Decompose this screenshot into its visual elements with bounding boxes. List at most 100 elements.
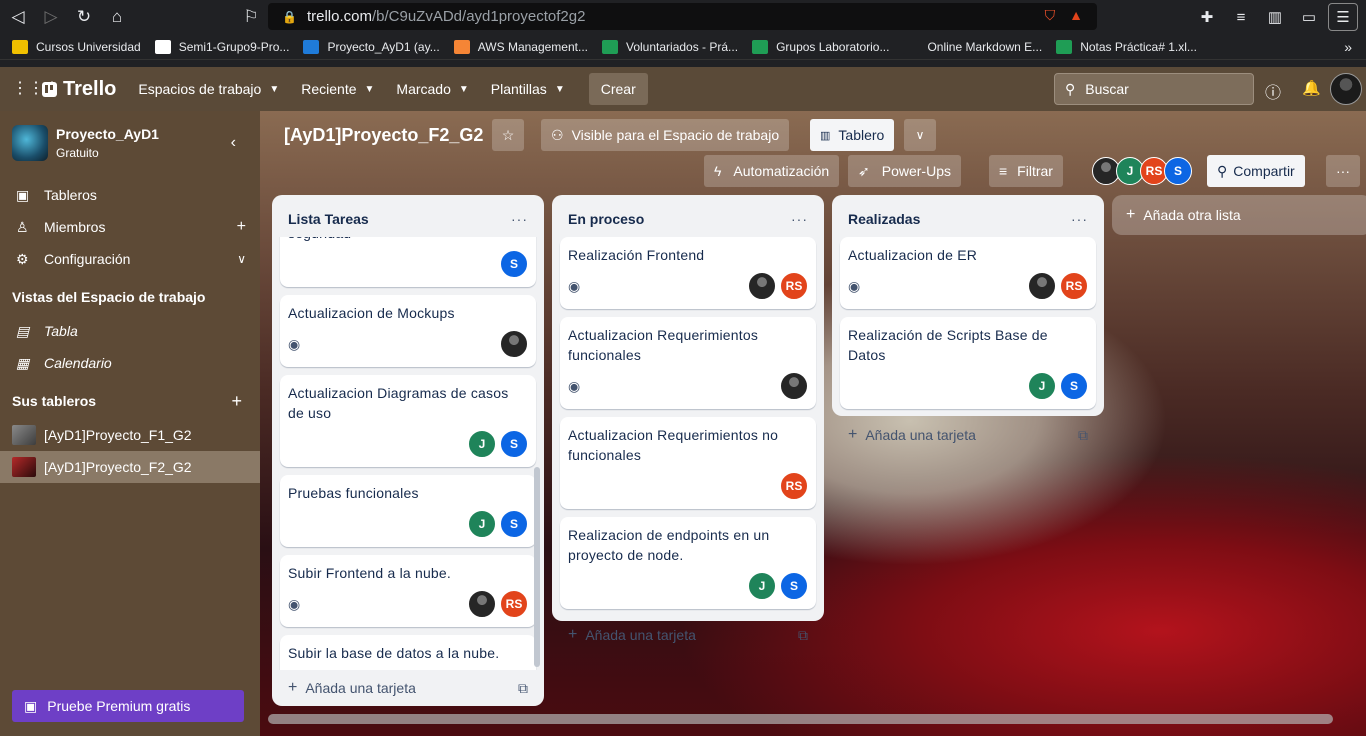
horizontal-scrollbar[interactable] bbox=[268, 714, 1333, 724]
card[interactable]: Realización Frontend ◉ RS bbox=[560, 237, 816, 309]
trello-logo[interactable]: Trello bbox=[42, 78, 116, 101]
bookmark-item[interactable]: Online Markdown E... bbox=[903, 39, 1042, 54]
card-member-avatar[interactable]: J bbox=[1028, 372, 1056, 400]
info-icon[interactable]: ⓘ bbox=[1265, 79, 1281, 103]
menu-starred[interactable]: Marcado ▼ bbox=[396, 81, 468, 97]
reload-icon[interactable]: ↻ bbox=[69, 2, 99, 32]
bookmark-item[interactable]: Semi1-Grupo9-Pro... bbox=[154, 39, 289, 54]
list-menu-icon[interactable]: ··· bbox=[1071, 211, 1088, 227]
template-icon[interactable]: ⧉ bbox=[518, 680, 528, 697]
view-board-button[interactable]: ▥ Tablero bbox=[810, 119, 895, 151]
member-avatar[interactable]: S bbox=[1164, 157, 1192, 185]
list-header[interactable]: Realizadas ··· bbox=[832, 201, 1104, 237]
playlist-icon[interactable]: ≡ bbox=[1226, 3, 1256, 31]
bookmark-item[interactable]: Notas Práctica# 1.xl... bbox=[1056, 39, 1197, 54]
card-member-avatar[interactable]: S bbox=[500, 250, 528, 278]
filter-button[interactable]: ≡ Filtrar bbox=[989, 155, 1063, 187]
card[interactable]: Actualizacion de ER ◉ RS bbox=[840, 237, 1096, 309]
card-member-avatar[interactable] bbox=[748, 272, 776, 300]
list-title[interactable]: Lista Tareas bbox=[288, 211, 369, 227]
list-header[interactable]: Lista Tareas ··· bbox=[272, 201, 544, 237]
sidebar-icon[interactable]: ▥ bbox=[1260, 3, 1290, 31]
vertical-scrollbar[interactable] bbox=[534, 467, 540, 667]
list-title[interactable]: En proceso bbox=[568, 211, 644, 227]
create-button[interactable]: Crear bbox=[588, 73, 648, 105]
sidebar-board-f2[interactable]: [AyD1]Proyecto_F2_G2 bbox=[0, 451, 260, 483]
automation-button[interactable]: ϟ Automatización bbox=[704, 155, 840, 187]
add-member-icon[interactable]: + bbox=[237, 218, 246, 236]
card-member-avatar[interactable]: RS bbox=[500, 590, 528, 618]
card[interactable]: Pruebas funcionales J S bbox=[280, 475, 536, 547]
bookmark-item[interactable]: Cursos Universidad bbox=[12, 39, 141, 54]
card-member-avatar[interactable]: S bbox=[1060, 372, 1088, 400]
collapse-sidebar-icon[interactable]: ‹ bbox=[231, 134, 236, 152]
sidebar-item-boards[interactable]: ▣ Tableros bbox=[0, 179, 260, 211]
card-member-avatar[interactable] bbox=[468, 590, 496, 618]
sidebar-item-settings[interactable]: ⚙ Configuración ∨ bbox=[0, 243, 260, 275]
card-member-avatar[interactable]: S bbox=[780, 572, 808, 600]
powerups-button[interactable]: ➶ Power-Ups bbox=[848, 155, 961, 187]
card[interactable]: Actualizacion Requerimientos no funciona… bbox=[560, 417, 816, 509]
card[interactable]: Actualizacion Diagramas de casos de uso J… bbox=[280, 375, 536, 467]
menu-templates[interactable]: Plantillas ▼ bbox=[491, 81, 565, 97]
add-card-button[interactable]: + Añada una tarjeta ⧉ bbox=[552, 617, 824, 653]
bookmarks-more-button[interactable]: » bbox=[1344, 39, 1352, 55]
menu-icon[interactable]: ☰ bbox=[1328, 3, 1358, 31]
card-member-avatar[interactable]: RS bbox=[780, 472, 808, 500]
wallet-icon[interactable]: ▭ bbox=[1294, 3, 1324, 31]
forward-icon[interactable]: ▷ bbox=[36, 2, 66, 32]
card[interactable]: Subir la base de datos a la nube.JS bbox=[280, 635, 536, 670]
list-menu-icon[interactable]: ··· bbox=[511, 211, 528, 227]
template-icon[interactable]: ⧉ bbox=[798, 627, 808, 644]
menu-workspaces[interactable]: Espacios de trabajo ▼ bbox=[138, 81, 279, 97]
list-title[interactable]: Realizadas bbox=[848, 211, 920, 227]
sidebar-item-table[interactable]: ▤ Tabla bbox=[0, 315, 260, 347]
add-list-button[interactable]: + Añada otra lista bbox=[1112, 195, 1366, 235]
card-member-avatar[interactable]: S bbox=[500, 510, 528, 538]
card-member-avatar[interactable]: S bbox=[500, 430, 528, 458]
user-avatar[interactable] bbox=[1330, 73, 1362, 105]
add-card-button[interactable]: + Añada una tarjeta ⧉ bbox=[272, 670, 544, 706]
card-member-avatar[interactable]: RS bbox=[780, 272, 808, 300]
brave-shield-icon[interactable]: ⛉ bbox=[1045, 7, 1056, 24]
search-input[interactable]: ⚲ Buscar bbox=[1054, 73, 1254, 105]
add-board-icon[interactable]: + bbox=[231, 391, 242, 412]
card-member-avatar[interactable]: J bbox=[748, 572, 776, 600]
back-icon[interactable]: ◁ bbox=[3, 2, 33, 32]
list-menu-icon[interactable]: ··· bbox=[791, 211, 808, 227]
bookmark-icon[interactable]: ⚐ bbox=[236, 2, 266, 32]
home-icon[interactable]: ⌂ bbox=[102, 2, 132, 32]
card[interactable]: Subir Frontend a la nube. ◉ RS bbox=[280, 555, 536, 627]
card[interactable]: seguridad S bbox=[280, 237, 536, 287]
card[interactable]: Realizacion de endpoints en un proyecto … bbox=[560, 517, 816, 609]
bookmark-item[interactable]: AWS Management... bbox=[453, 39, 588, 54]
bookmark-item[interactable]: Grupos Laboratorio... bbox=[752, 39, 889, 54]
card-member-avatar[interactable]: J bbox=[468, 510, 496, 538]
card-member-avatar[interactable]: J bbox=[468, 430, 496, 458]
chevron-down-icon[interactable]: ∨ bbox=[904, 119, 936, 151]
workspace-name[interactable]: Proyecto_AyD1 bbox=[56, 126, 159, 142]
card-member-avatar[interactable]: RS bbox=[1060, 272, 1088, 300]
url-bar[interactable]: 🔒 trello.com/b/C9uZvADd/ayd1proyectof2g2… bbox=[268, 3, 1097, 30]
visibility-button[interactable]: ⚇ Visible para el Espacio de trabajo bbox=[541, 119, 790, 151]
bookmark-item[interactable]: Proyecto_AyD1 (ay... bbox=[303, 39, 440, 54]
sidebar-board-f1[interactable]: [AyD1]Proyecto_F1_G2 bbox=[0, 419, 260, 451]
sidebar-item-calendar[interactable]: ▦ Calendario bbox=[0, 347, 260, 379]
share-button[interactable]: ⚲ Compartir bbox=[1207, 155, 1305, 187]
card-member-avatar[interactable] bbox=[780, 372, 808, 400]
menu-recent[interactable]: Reciente ▼ bbox=[301, 81, 374, 97]
bell-icon[interactable]: 🔔 bbox=[1302, 79, 1321, 97]
chevron-down-icon[interactable]: ∨ bbox=[237, 252, 246, 266]
brave-rewards-icon[interactable]: ▲ bbox=[1069, 7, 1083, 24]
apps-grid-icon[interactable]: ⋮⋮⋮ bbox=[12, 81, 60, 97]
more-menu-icon[interactable]: ··· bbox=[1326, 155, 1360, 187]
sidebar-item-members[interactable]: ♙ Miembros + bbox=[0, 211, 260, 243]
card[interactable]: Realización de Scripts Base de Datos J S bbox=[840, 317, 1096, 409]
bookmark-item[interactable]: Voluntariados - Prá... bbox=[602, 39, 738, 54]
extensions-icon[interactable]: ✚ bbox=[1192, 3, 1222, 31]
template-icon[interactable]: ⧉ bbox=[1078, 427, 1088, 444]
card[interactable]: Actualizacion Requerimientos funcionales… bbox=[560, 317, 816, 409]
board-title[interactable]: [AyD1]Proyecto_F2_G2 bbox=[284, 125, 483, 146]
card-member-avatar[interactable] bbox=[1028, 272, 1056, 300]
card[interactable]: Actualizacion de Mockups ◉ bbox=[280, 295, 536, 367]
